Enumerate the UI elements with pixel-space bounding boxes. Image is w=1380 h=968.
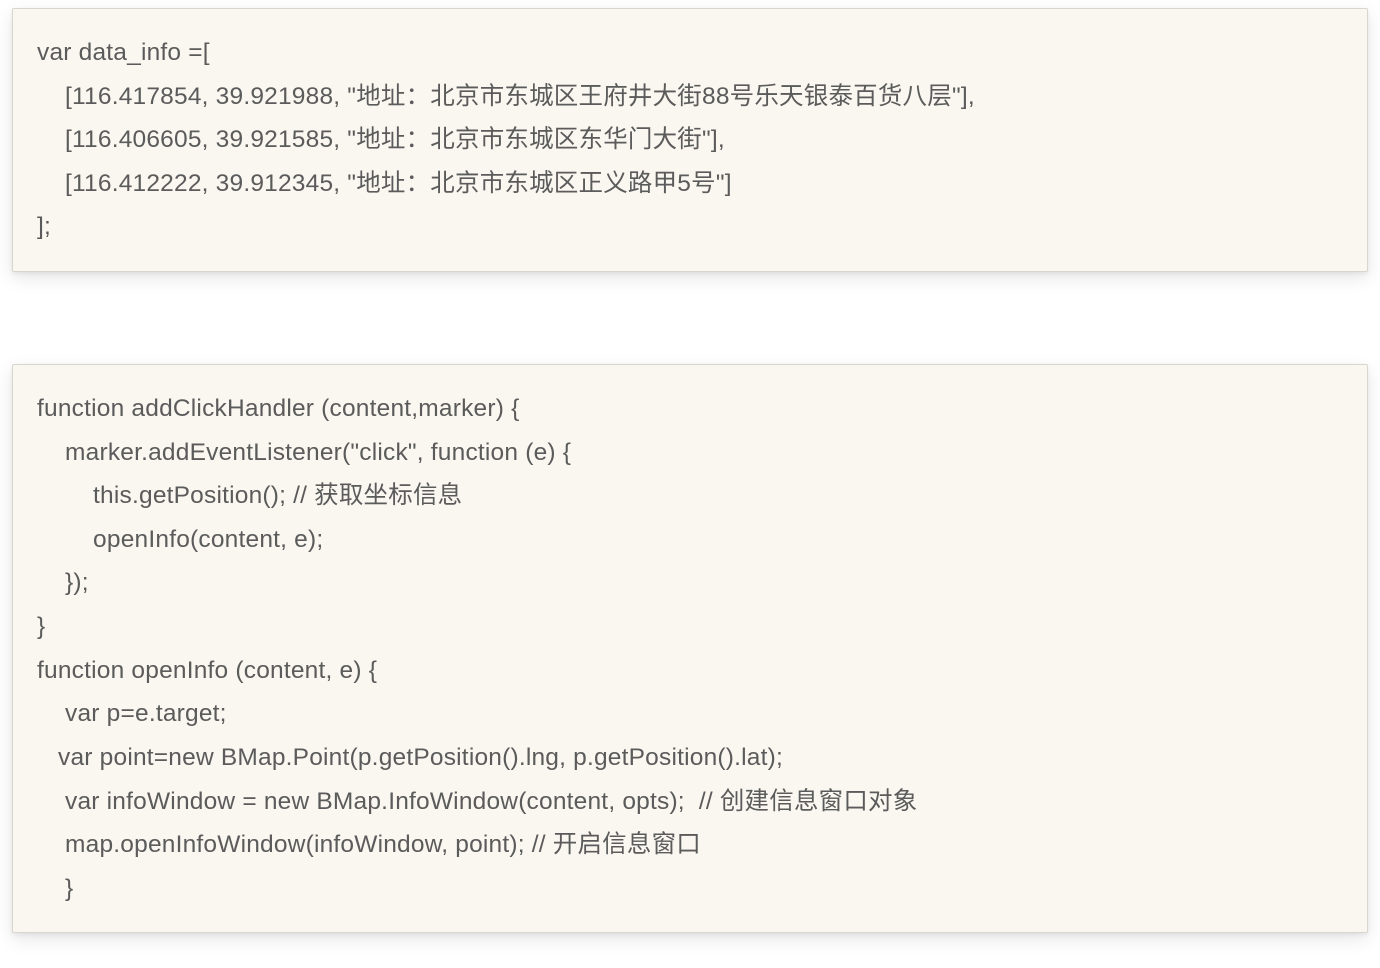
page-container: var data_info =[ [116.417854, 39.921988,… [0, 0, 1380, 933]
code-block-2: function addClickHandler (content,marker… [12, 364, 1368, 933]
code-block-1: var data_info =[ [116.417854, 39.921988,… [12, 8, 1368, 272]
